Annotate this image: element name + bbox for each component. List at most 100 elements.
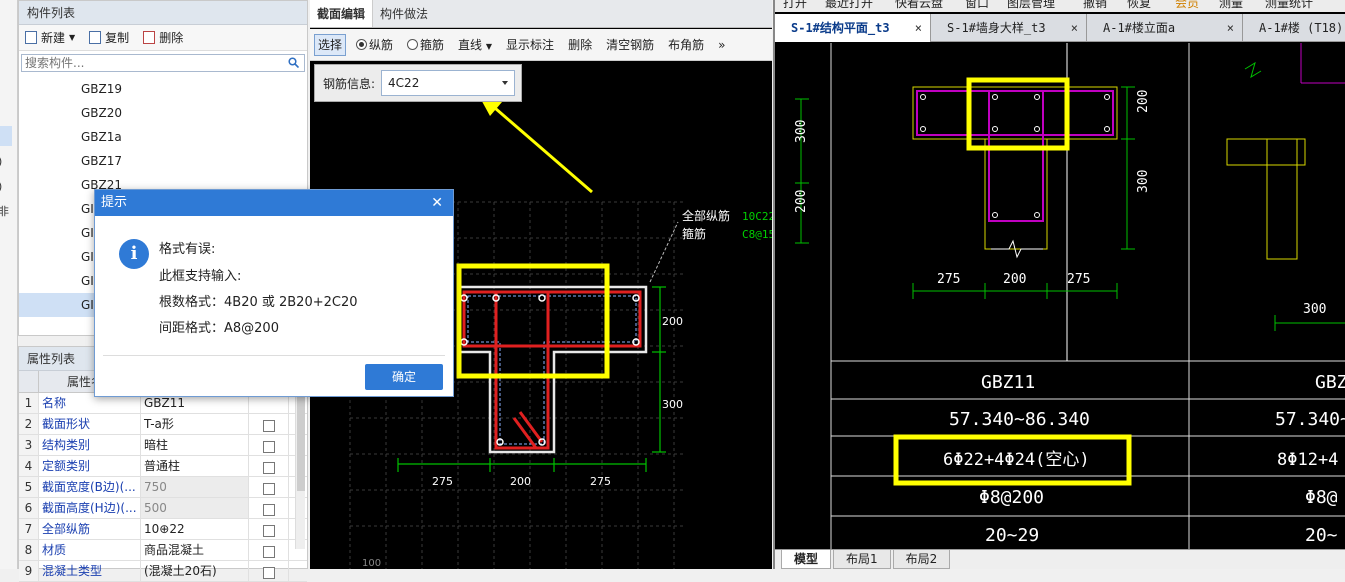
clear-rebar-button[interactable]: 清空钢筋 xyxy=(602,34,658,56)
prop-checkbox[interactable] xyxy=(262,483,275,495)
copy-label: 复制 xyxy=(105,31,130,45)
prop-checkbox[interactable] xyxy=(262,546,275,558)
all-long-value: 10C22 xyxy=(742,210,772,223)
row-num: 4 xyxy=(19,456,39,476)
search-box xyxy=(21,54,305,72)
prop-checkbox[interactable] xyxy=(262,504,275,516)
editor-tabs: 截面编辑 构件做法 xyxy=(310,0,772,28)
ok-button[interactable]: 确定 xyxy=(365,364,443,390)
list-item[interactable]: GBZ17 xyxy=(19,149,307,173)
highlight-box xyxy=(456,263,610,379)
copy-icon xyxy=(89,31,102,44)
table-row: 4 定额类别 普通柱 xyxy=(19,456,307,477)
list-item[interactable]: GBZ20 xyxy=(19,101,307,125)
close-icon[interactable]: ✕ xyxy=(431,190,443,216)
grid-label: 100 xyxy=(362,558,381,569)
property-rows: 1 名称 GBZ11 2 截面形状 T-a形 3 结构类别 暗柱 4 定额类别 普通柱 5 截面宽… xyxy=(19,393,307,582)
table-cell: 20~ xyxy=(1305,525,1338,546)
prop-value[interactable]: 750 xyxy=(141,477,249,497)
row-num: 2 xyxy=(19,414,39,434)
prop-checkbox[interactable] xyxy=(262,525,275,537)
new-button[interactable]: 新建 ▼ xyxy=(25,29,75,46)
cad-table-text: GBZ11 GBZ 57.340~86.340 57.340~ 6Φ22+4Φ2… xyxy=(943,372,1345,546)
tab-section-edit[interactable]: 截面编辑 xyxy=(310,0,374,27)
copy-button[interactable]: 复制 xyxy=(89,29,129,46)
menu-item[interactable]: 图层管理 xyxy=(1007,0,1055,11)
chevron-down-icon[interactable] xyxy=(502,81,509,85)
tab-structure-plan[interactable]: S-1#结构平面_t3 × xyxy=(775,14,931,42)
menu-item[interactable]: 打开 xyxy=(783,0,807,11)
radio-on-icon xyxy=(356,38,368,50)
tab-model[interactable]: 模型 xyxy=(781,550,832,569)
corner-rebar-button[interactable]: 布角筋 xyxy=(664,34,708,56)
prop-value[interactable]: 商品混凝土 xyxy=(141,540,249,560)
prop-value[interactable]: 10⊕22 xyxy=(141,519,249,539)
row-num: 1 xyxy=(19,393,39,413)
new-icon xyxy=(25,31,37,44)
tab-wall-detail[interactable]: S-1#墙身大样_t3 × xyxy=(931,14,1087,42)
prop-checkbox[interactable] xyxy=(262,441,275,453)
tab-building[interactable]: A-1#楼 (T18) xyxy=(1243,14,1345,42)
close-icon[interactable]: × xyxy=(1227,14,1234,42)
dim-label: 275 xyxy=(1067,272,1090,287)
menu-item[interactable]: 撤销 xyxy=(1083,0,1107,11)
search-icon[interactable] xyxy=(288,57,299,68)
prop-value[interactable]: T-a形 xyxy=(141,414,249,434)
tab-layout2[interactable]: 布局2 xyxy=(892,550,951,569)
line-label: 直线 xyxy=(458,37,483,52)
menu-item[interactable]: 测量统计 xyxy=(1265,0,1313,11)
menu-item[interactable]: 快看云盘 xyxy=(895,0,943,11)
menu-item[interactable]: 恢复 xyxy=(1127,0,1151,11)
prop-name: 混凝土类型 xyxy=(39,561,141,581)
cad-canvas[interactable]: 300 200 200 300 275 200 275 300 GBZ11 GB… xyxy=(775,43,1345,549)
tab-elevation[interactable]: A-1#楼立面a × xyxy=(1087,14,1243,42)
show-labels-button[interactable]: 显示标注 xyxy=(502,34,558,56)
prop-name: 截面形状 xyxy=(39,414,141,434)
dialog-line: 根数格式：4B20 或 2B20+2C20 xyxy=(159,295,358,310)
prop-value[interactable]: 普通柱 xyxy=(141,456,249,476)
stirrup-label-text: 箍筋 xyxy=(682,226,706,241)
prop-value[interactable]: 暗柱 xyxy=(141,435,249,455)
menu-item[interactable]: 会员 xyxy=(1175,0,1199,11)
more-button[interactable]: » xyxy=(714,34,729,56)
header-num xyxy=(19,371,39,392)
select-button[interactable]: 选择 xyxy=(314,33,347,56)
prompt-dialog: 提示 ✕ i 格式有误: 此框支持输入: 根数格式：4B20 或 2B20+2C… xyxy=(94,189,454,397)
prop-checkbox[interactable] xyxy=(262,420,275,432)
menu-item[interactable]: 窗口 xyxy=(965,0,989,11)
stirrup-label: 箍筋 xyxy=(420,37,445,52)
list-item[interactable]: GBZ19 xyxy=(19,77,307,101)
stirrup-value-text: C8@15 xyxy=(742,228,772,241)
component-toolbar: 新建 ▼ 复制 删除 xyxy=(19,25,307,51)
cad-viewer: 打开 最近打开 快看云盘 窗口 图层管理 撤销 恢复 会员 测量 测量统计 S-… xyxy=(773,0,1345,569)
delete-button[interactable]: 删除 xyxy=(143,29,183,46)
prop-value[interactable]: 500 xyxy=(141,498,249,518)
cad-dims xyxy=(795,86,1345,331)
tab-component-method[interactable]: 构件做法 xyxy=(373,0,435,27)
delete-rebar-button[interactable]: 删除 xyxy=(564,34,596,56)
tab-layout1[interactable]: 布局1 xyxy=(833,550,891,569)
delete-icon xyxy=(143,31,156,44)
row-num: 5 xyxy=(19,477,39,497)
all-long-label: 全部纵筋 xyxy=(682,208,730,223)
prop-value[interactable]: (混凝土20石) xyxy=(141,561,249,581)
stirrup-radio[interactable]: 箍筋 xyxy=(403,34,448,56)
line-dropdown[interactable]: 直线 ▼ xyxy=(454,34,496,56)
menu-item[interactable]: 最近打开 xyxy=(825,0,873,11)
rebar-points xyxy=(460,294,640,446)
prop-checkbox[interactable] xyxy=(262,462,275,474)
rebar-info-label: 钢筋信息: xyxy=(323,76,376,91)
menu-item[interactable]: 测量 xyxy=(1219,0,1243,11)
dim-label: 200 xyxy=(1136,90,1151,113)
prop-name: 截面高度(H边)(... xyxy=(39,498,141,518)
table-cell: Φ8@200 xyxy=(979,487,1044,508)
rebar-info-select[interactable]: 4C22 xyxy=(381,70,516,96)
close-icon[interactable]: × xyxy=(915,14,922,42)
list-item[interactable]: GBZ1a xyxy=(19,125,307,149)
search-input[interactable] xyxy=(22,55,304,71)
tab-label: A-1#楼 (T18) xyxy=(1259,21,1344,35)
longitudinal-radio[interactable]: 纵筋 xyxy=(352,34,397,56)
row-num: 3 xyxy=(19,435,39,455)
close-icon[interactable]: × xyxy=(1071,14,1078,42)
row-num: 8 xyxy=(19,540,39,560)
